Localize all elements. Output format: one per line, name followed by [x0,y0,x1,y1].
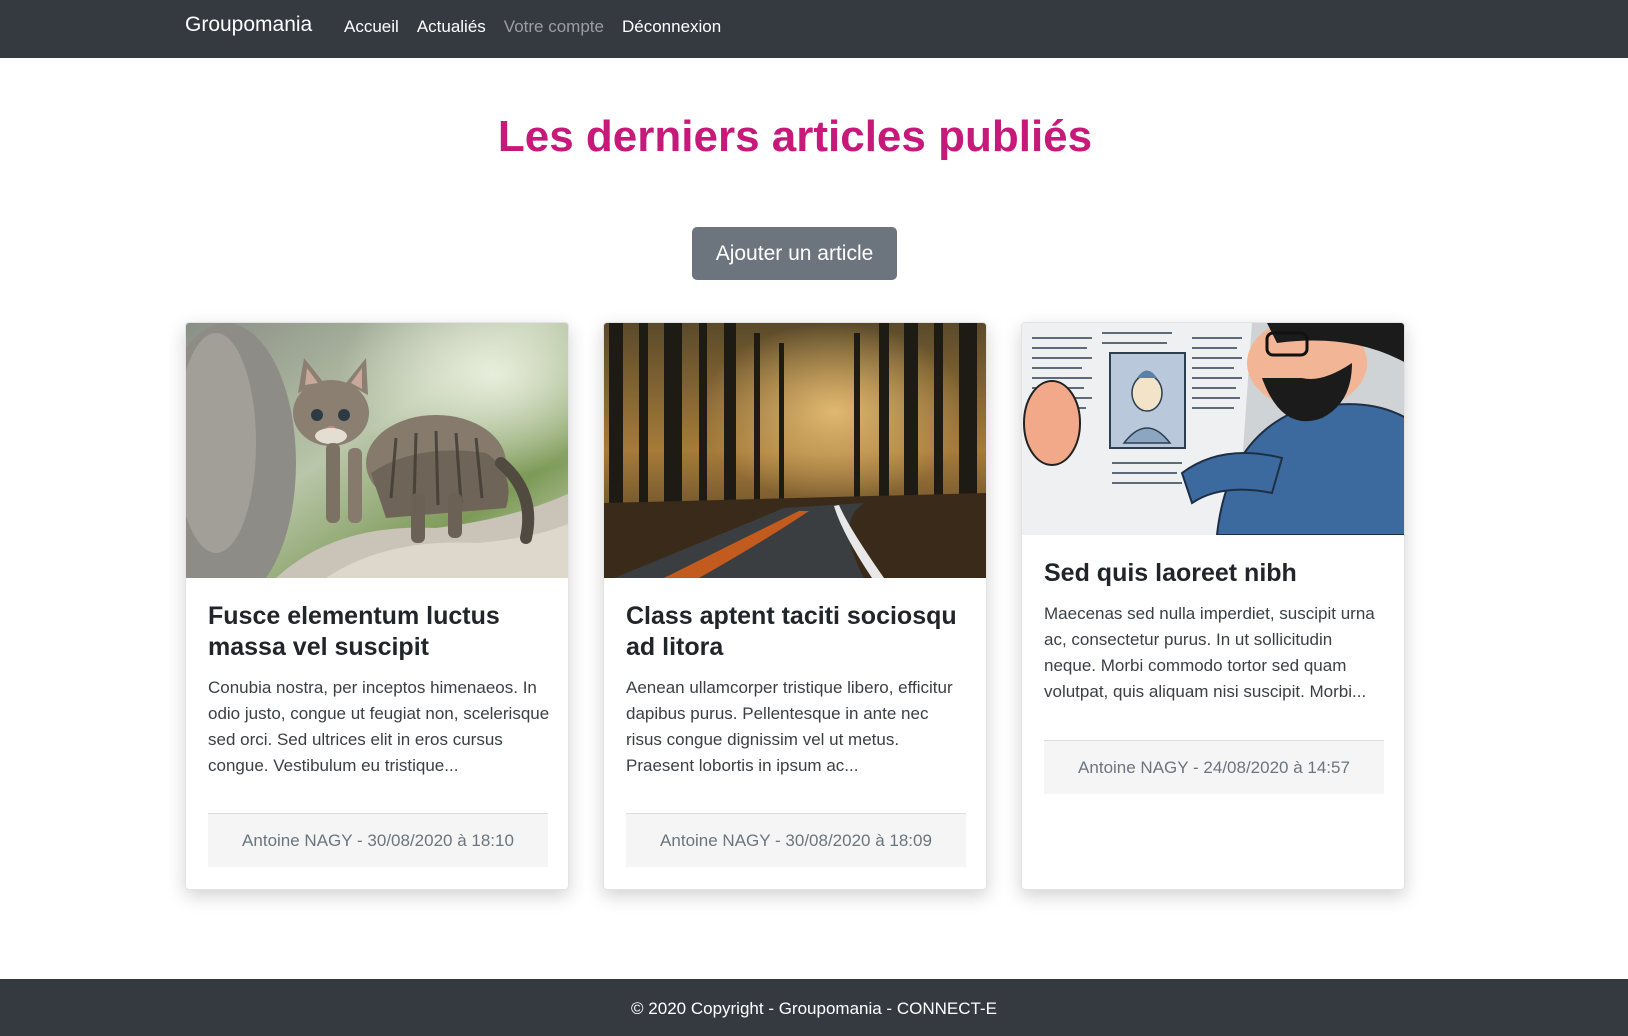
nav-link-actualites[interactable]: Actualiés [417,17,486,37]
nav-links: Accueil Actualiés Votre compte Déconnexi… [344,17,739,37]
article-image-comic [1022,323,1404,535]
article-card[interactable]: Fusce elementum luctus massa vel suscipi… [185,322,569,890]
page-title: Les derniers articles publiés [497,112,1093,161]
site-footer: © 2020 Copyright - Groupomania - CONNECT… [0,979,1628,1036]
article-card[interactable]: Sed quis laoreet nibh Maecenas sed nulla… [1021,322,1405,890]
article-excerpt: Maecenas sed nulla imperdiet, suscipit u… [1044,604,1375,701]
article-image-forest-road [604,323,986,578]
article-excerpt: Aenean ullamcorper tristique libero, eff… [626,678,953,775]
brand-logo-link[interactable]: Groupomania [185,13,312,37]
article-title[interactable]: Fusce elementum luctus massa vel suscipi… [208,601,548,663]
top-navbar: Groupomania Accueil Actualiés Votre comp… [0,0,1628,58]
article-title[interactable]: Class aptent taciti sociosqu ad litora [626,601,966,663]
article-image-kitten [186,323,568,578]
nav-link-accueil[interactable]: Accueil [344,17,399,37]
nav-link-deconnexion[interactable]: Déconnexion [622,17,721,37]
article-excerpt: Conubia nostra, per inceptos himenaeos. … [208,678,550,775]
article-title[interactable]: Sed quis laoreet nibh [1044,558,1384,589]
article-meta: Antoine NAGY - 30/08/2020 à 18:10 [208,813,548,867]
article-meta: Antoine NAGY - 30/08/2020 à 18:09 [626,813,966,867]
article-meta: Antoine NAGY - 24/08/2020 à 14:57 [1044,740,1384,794]
add-article-button[interactable]: Ajouter un article [692,227,897,280]
nav-link-votre-compte[interactable]: Votre compte [504,17,604,37]
article-card[interactable]: Class aptent taciti sociosqu ad litora A… [603,322,987,890]
